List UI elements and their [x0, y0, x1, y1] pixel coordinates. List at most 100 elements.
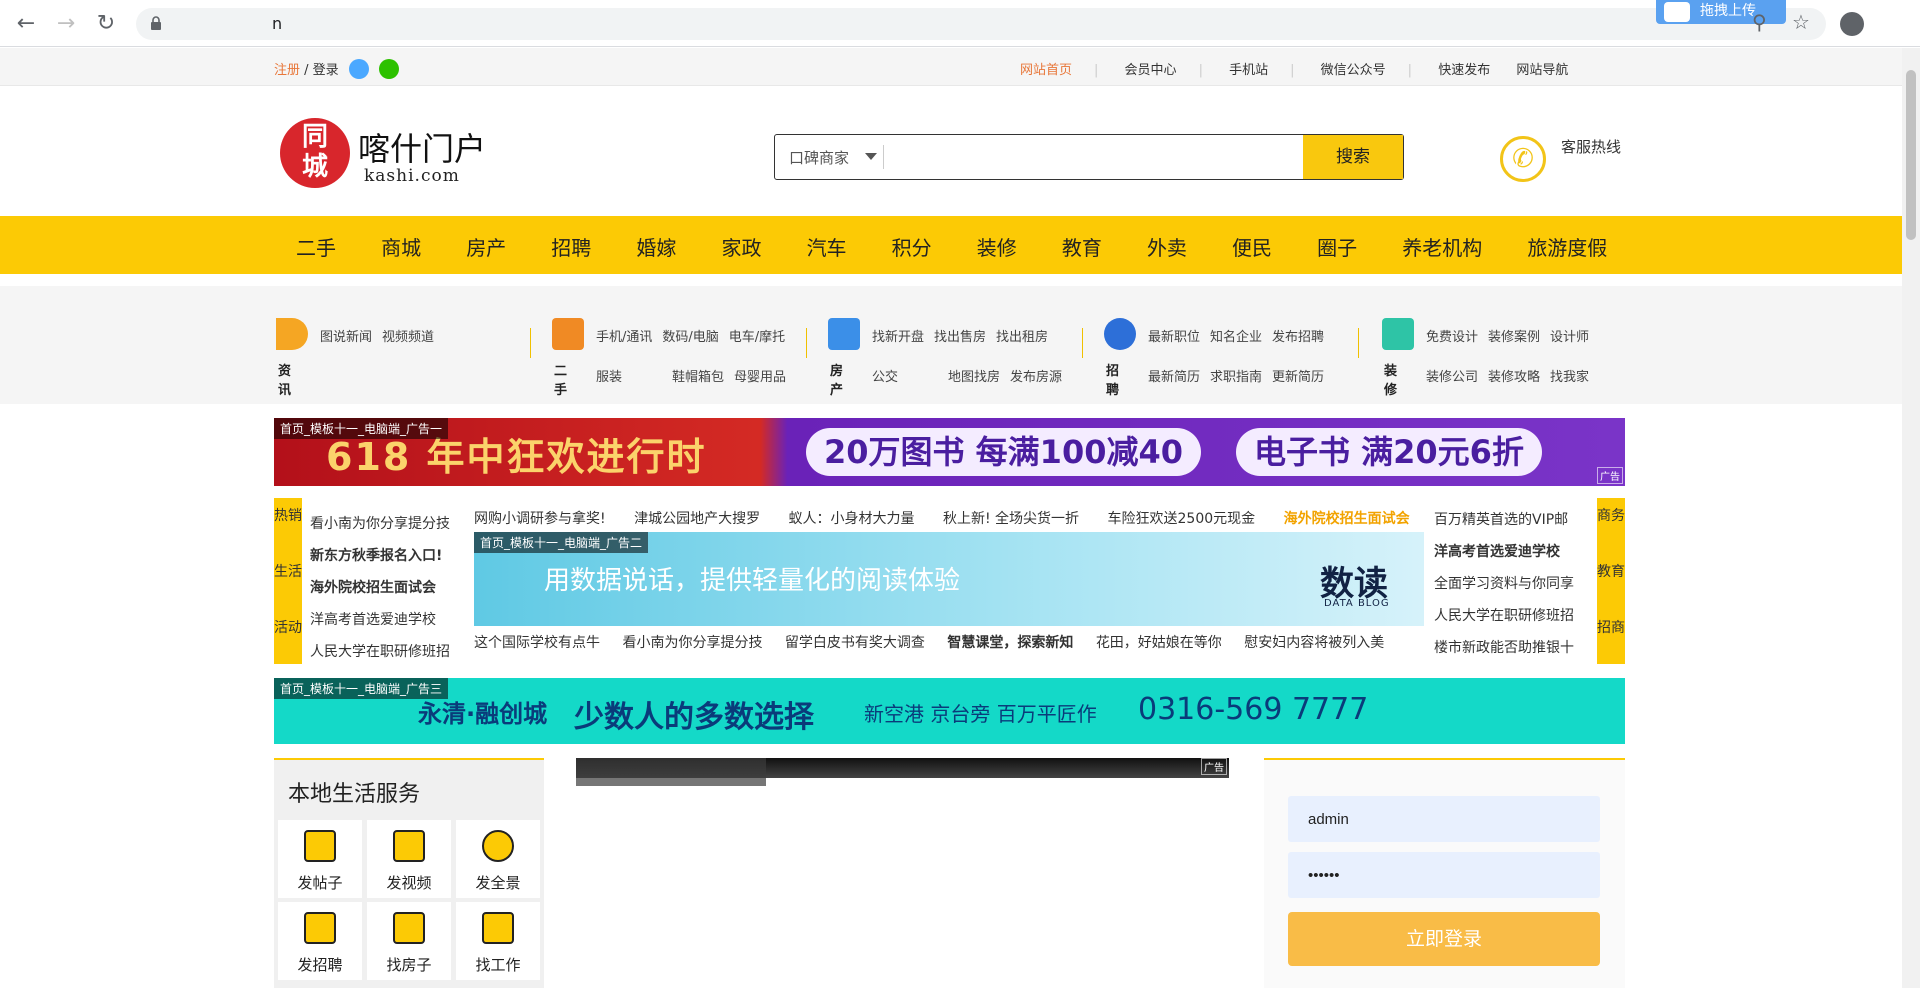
search-category-select[interactable]: 口碑商家	[789, 147, 849, 168]
nav-item[interactable]: 外卖	[1147, 236, 1187, 260]
nav-item[interactable]: 装修	[977, 236, 1017, 260]
tab-investment[interactable]: 招商	[1597, 620, 1625, 676]
ad-banner-1[interactable]: 618 年中狂欢进行时 20万图书 每满100减40 电子书 满20元6折 首页…	[274, 418, 1625, 486]
video-player[interactable]: 广告	[576, 758, 1229, 786]
scrollbar-thumb[interactable]	[1906, 70, 1916, 240]
nav-item[interactable]: 汽车	[807, 236, 847, 260]
ad-banner-3[interactable]: 永清·融创城 少数人的多数选择 新空港 京台旁 百万平匠作 0316-569 7…	[274, 678, 1625, 744]
register-link[interactable]: 注册	[274, 63, 300, 78]
news-link[interactable]: 留学白皮书有奖大调查	[785, 635, 925, 651]
nav-item[interactable]: 积分	[892, 236, 932, 260]
login-button[interactable]: 立即登录	[1288, 912, 1600, 966]
tile-post[interactable]: 发帖子	[278, 820, 362, 898]
news-link[interactable]: 楼市新政能否助推银十	[1434, 632, 1574, 664]
tab-events[interactable]: 活动	[274, 620, 302, 676]
banner2-brand-sub: DATA BLOG	[1324, 598, 1390, 609]
search-icon[interactable]: ⚲	[1752, 10, 1767, 34]
tile-panorama[interactable]: 发全景	[456, 820, 540, 898]
forward-icon[interactable]: →	[52, 10, 80, 38]
login-link[interactable]: 登录	[313, 63, 339, 78]
news-link[interactable]: 洋高考首选爱迪学校	[1434, 536, 1574, 568]
top-link-home[interactable]: 网站首页	[1020, 63, 1072, 78]
news-link[interactable]: 新东方秋季报名入口!	[310, 540, 450, 572]
nav-item[interactable]: 房产	[466, 236, 506, 260]
nav-item[interactable]: 家政	[721, 236, 761, 260]
main-nav: 二手 商城 房产 招聘 婚嫁 家政 汽车 积分 装修 教育 外卖 便民 圈子 养…	[0, 216, 1902, 274]
qq-icon[interactable]	[348, 58, 369, 79]
chevron-down-icon[interactable]	[865, 153, 877, 160]
news-link[interactable]: 海外院校招生面试会	[1284, 511, 1410, 527]
news-link[interactable]: 海外院校招生面试会	[310, 572, 450, 604]
profile-avatar[interactable]	[1840, 12, 1864, 36]
news-link[interactable]: 智慧课堂，探索新知	[947, 635, 1073, 651]
category-strip: 资讯 图说新闻 视频频道 二手 手机/通讯 数码/电脑 电车/摩托服装 鞋帽箱包 母婴用品…	[0, 286, 1902, 404]
ad-tag: 首页_模板十一_电脑端_广告一	[274, 418, 449, 439]
tile-video[interactable]: 发视频	[367, 820, 451, 898]
news-link[interactable]: 洋高考首选爱迪学校	[310, 604, 450, 636]
news-link[interactable]: 看小南为你分享提分技	[622, 635, 762, 651]
bookmark-star-icon[interactable]: ☆	[1792, 10, 1810, 34]
briefcase-icon	[482, 912, 514, 944]
news-link[interactable]: 津城公园地产大搜罗	[634, 511, 760, 527]
video-camera-icon	[393, 830, 425, 862]
logo-title[interactable]: 喀什门户	[358, 124, 486, 170]
nav-item[interactable]: 圈子	[1317, 236, 1357, 260]
tile-find-job[interactable]: 找工作	[456, 902, 540, 980]
news-bottom-row: 这个国际学校有点牛 看小南为你分享提分技 留学白皮书有奖大调查 智慧课堂，探索新…	[474, 632, 1402, 652]
top-link-publish[interactable]: 快速发布	[1438, 63, 1490, 78]
top-link-wechat[interactable]: 微信公众号	[1321, 63, 1386, 78]
news-right-list: 百万精英首选的VIP邮 洋高考首选爱迪学校 全面学习资料与你同享 人民大学在职研…	[1434, 504, 1574, 664]
tab-business[interactable]: 商务	[1597, 508, 1625, 564]
password-field[interactable]	[1288, 852, 1600, 898]
nav-item[interactable]: 养老机构	[1402, 236, 1482, 260]
nav-item[interactable]: 二手	[296, 236, 336, 260]
nav-item[interactable]: 便民	[1232, 236, 1272, 260]
address-bar[interactable]: n	[136, 8, 1826, 40]
tile-find-house[interactable]: 找房子	[367, 902, 451, 980]
banner3-phone: 0316-569 7777	[1138, 692, 1369, 727]
ad-corner-label: 广告	[1201, 758, 1227, 775]
news-link[interactable]: 这个国际学校有点牛	[474, 635, 600, 651]
top-link-sitenav[interactable]: 网站导航	[1516, 63, 1568, 78]
news-link[interactable]: 网购小调研参与拿奖!	[474, 511, 606, 527]
megaphone-icon	[276, 318, 308, 350]
address-url[interactable]: n	[272, 14, 282, 33]
news-link[interactable]: 看小南为你分享提分技	[310, 508, 450, 540]
reload-icon[interactable]: ↻	[92, 10, 120, 38]
news-link[interactable]: 人民大学在职研修班招	[1434, 600, 1574, 632]
search-input[interactable]	[887, 137, 1287, 177]
search-button[interactable]: 搜索	[1303, 135, 1403, 179]
news-link[interactable]: 慰安妇内容将被列入美	[1244, 635, 1384, 651]
nav-item[interactable]: 商城	[381, 236, 421, 260]
username-field[interactable]	[1288, 796, 1600, 842]
back-icon[interactable]: ←	[12, 10, 40, 38]
logo-badge[interactable]: 同 城	[280, 118, 350, 188]
news-link[interactable]: 花田，好姑娘在等你	[1096, 635, 1222, 651]
tile-recruit[interactable]: 发招聘	[278, 902, 362, 980]
ad-corner-label: 广告	[1597, 467, 1623, 484]
news-section: 热销 生活 活动 看小南为你分享提分技 新东方秋季报名入口! 海外院校招生面试会…	[274, 498, 1625, 664]
news-left-tabs: 热销 生活 活动	[274, 498, 302, 664]
nav-item[interactable]: 旅游度假	[1527, 236, 1607, 260]
page-scrollbar[interactable]	[1902, 48, 1920, 988]
nav-item[interactable]: 教育	[1062, 236, 1102, 260]
tab-education[interactable]: 教育	[1597, 564, 1625, 620]
nav-item[interactable]: 招聘	[551, 236, 591, 260]
news-link[interactable]: 人民大学在职研修班招	[310, 636, 450, 668]
ad-banner-2[interactable]: 用数据说话，提供轻量化的阅读体验 数读 DATA BLOG 首页_模板十一_电脑…	[474, 532, 1424, 626]
news-link[interactable]: 全面学习资料与你同享	[1434, 568, 1574, 600]
top-link-member[interactable]: 会员中心	[1125, 63, 1177, 78]
local-services: 本地生活服务 发帖子 发视频 发全景 发招聘 找房子 找工作	[274, 758, 544, 988]
tab-life[interactable]: 生活	[274, 564, 302, 620]
tab-hot[interactable]: 热销	[274, 508, 302, 564]
banner1-offer-ebooks: 电子书 满20元6折	[1236, 428, 1542, 476]
wechat-icon[interactable]	[378, 58, 399, 79]
news-link[interactable]: 蚁人：小身材大力量	[789, 511, 915, 527]
news-link[interactable]: 百万精英首选的VIP邮	[1434, 504, 1574, 536]
news-link[interactable]: 车险狂欢送2500元现金	[1108, 511, 1256, 527]
ad-tag: 首页_模板十一_电脑端_广告二	[474, 532, 649, 553]
news-link[interactable]: 秋上新! 全场尖货一折	[943, 511, 1079, 527]
top-link-mobile[interactable]: 手机站	[1229, 63, 1268, 78]
nav-item[interactable]: 婚嫁	[636, 236, 676, 260]
location-pin-icon	[482, 830, 514, 862]
